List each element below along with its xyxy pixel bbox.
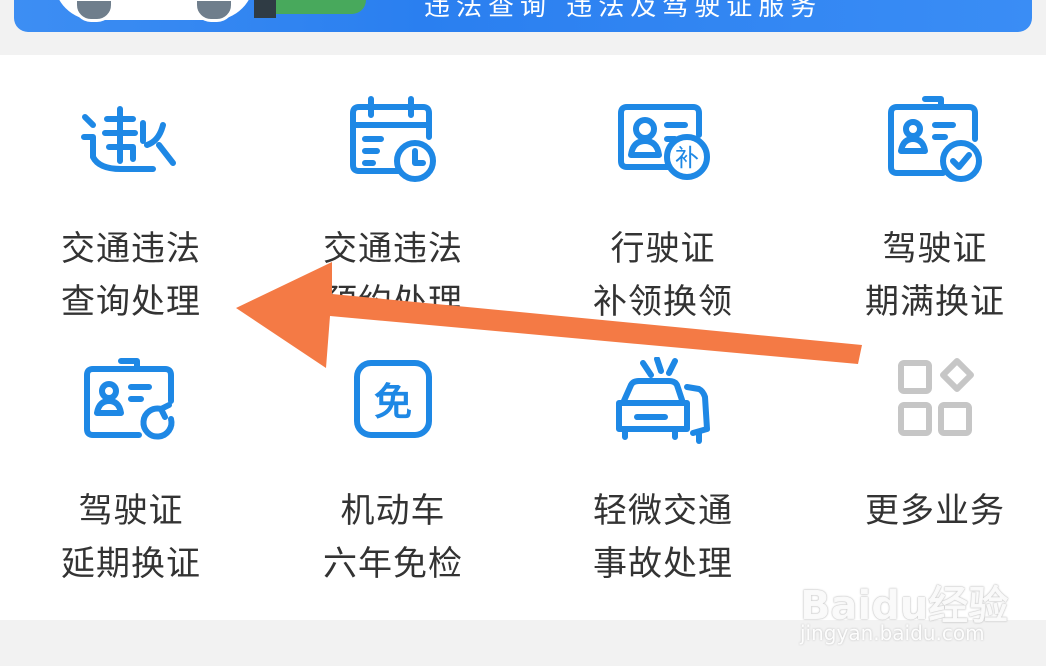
service-label: 驾驶证 延期换证 — [61, 491, 201, 584]
service-more[interactable]: 更多业务 — [804, 317, 1046, 587]
license-reissue-icon: 补 — [618, 104, 710, 180]
service-traffic-violation-appointment[interactable]: 交通违法 预约处理 — [262, 55, 524, 325]
person-illustration — [254, 0, 276, 18]
grass-illustration — [276, 0, 366, 14]
grid-more-icon — [898, 358, 974, 436]
svg-text:免: 免 — [374, 380, 412, 424]
violation-query-icon — [81, 106, 176, 172]
car-accident-icon — [616, 357, 710, 444]
service-label: 行驶证 补领换领 — [593, 229, 733, 322]
service-grid: 交通违法 查询处理 交通违法 预约处理 补 行驶证 补领换领 驾驶证 期满换证 … — [0, 55, 1046, 620]
service-traffic-violation-query[interactable]: 交通违法 查询处理 — [0, 55, 262, 325]
calendar-clock-icon — [350, 96, 436, 182]
service-vehicle-six-year-exemption[interactable]: 免 机动车 六年免检 — [262, 317, 524, 587]
baidu-watermark: Baidu经验 jingyan.baidu.com — [800, 583, 1009, 645]
top-banner[interactable]: 违法查询 违法及驾驶证服务 — [14, 0, 1032, 32]
service-label: 交通违法 查询处理 — [61, 229, 201, 322]
exempt-badge-icon: 免 — [354, 360, 432, 438]
service-minor-accident[interactable]: 轻微交通 事故处理 — [532, 317, 794, 587]
service-label: 交通违法 预约处理 — [323, 229, 463, 322]
service-label: 驾驶证 期满换证 — [865, 229, 1005, 322]
service-label: 更多业务 — [865, 491, 1005, 531]
license-check-icon — [888, 96, 982, 182]
car-illustration — [54, 0, 254, 22]
service-label: 轻微交通 事故处理 — [593, 491, 733, 584]
service-driving-license-extension[interactable]: 驾驶证 延期换证 — [0, 317, 262, 587]
svg-text:补: 补 — [675, 144, 699, 172]
service-vehicle-license-reissue[interactable]: 补 行驶证 补领换领 — [532, 55, 794, 325]
service-driving-license-expiry-renewal[interactable]: 驾驶证 期满换证 — [804, 55, 1046, 325]
banner-text: 违法查询 违法及驾驶证服务 — [424, 0, 823, 22]
service-label: 机动车 六年免检 — [323, 491, 463, 584]
license-renew-icon — [84, 358, 175, 441]
